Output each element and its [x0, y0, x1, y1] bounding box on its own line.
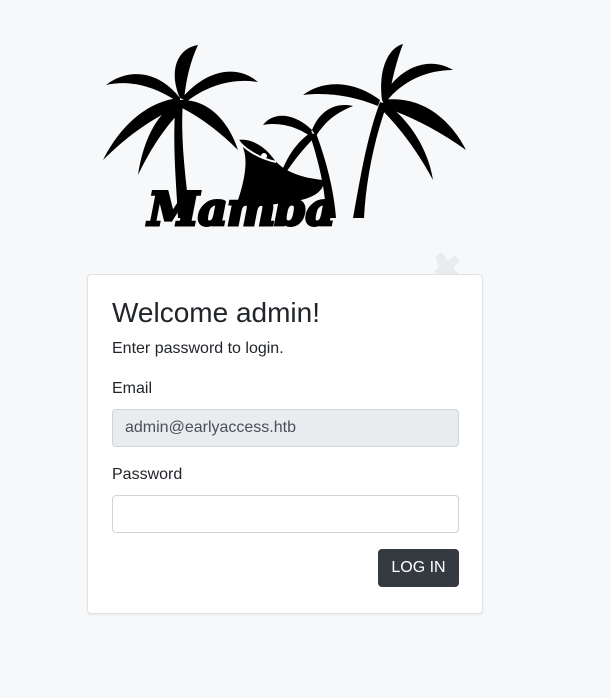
email-field[interactable] [112, 409, 459, 447]
page-title: Welcome admin! [112, 297, 321, 328]
password-label: Password [112, 466, 183, 483]
mamba-logo: Mamba [98, 40, 473, 254]
login-page: codeby.net Mamba [0, 0, 611, 698]
password-field[interactable] [112, 495, 459, 533]
login-card: Welcome admin! Enter password to login. … [87, 274, 483, 614]
login-instructions: Enter password to login. [112, 340, 284, 357]
logo-text: Mamba [146, 182, 336, 236]
login-button[interactable]: LOG IN [378, 549, 459, 587]
email-label: Email [112, 380, 153, 397]
